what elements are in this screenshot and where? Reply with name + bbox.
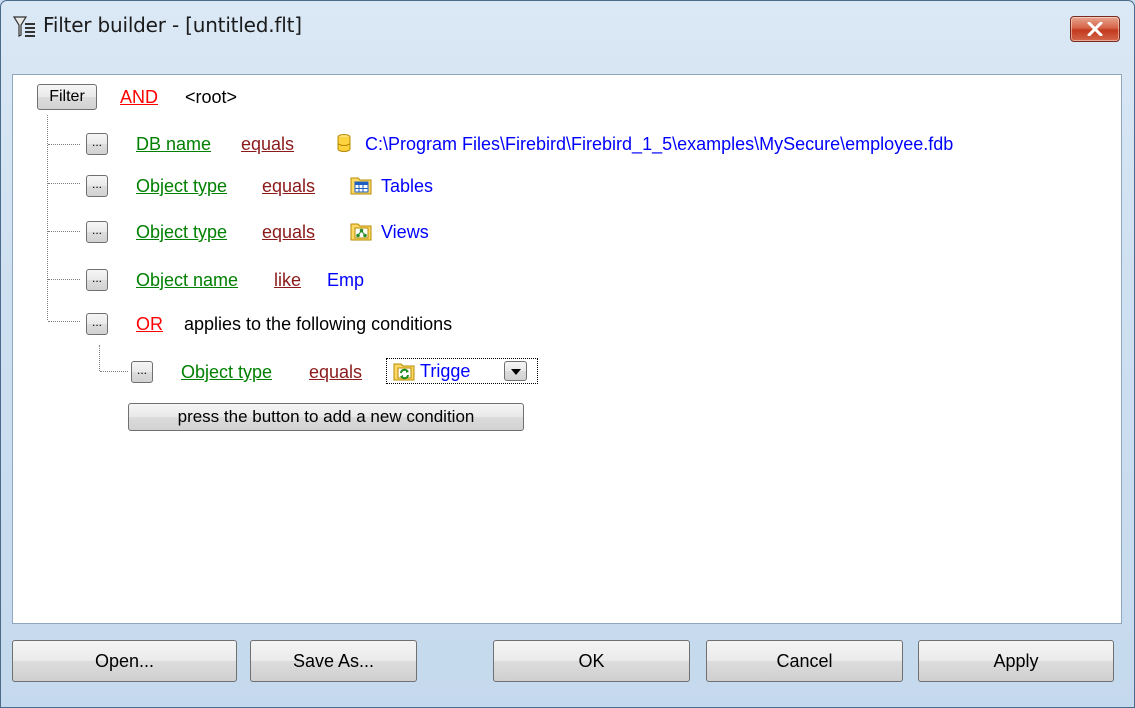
condition-operator[interactable]: equals [309,361,362,383]
title-bar: Filter builder - [untitled.flt] [1,1,1134,53]
ok-button[interactable]: OK [493,640,690,682]
value-dropdown[interactable]: Trigge [386,358,538,384]
ok-button-label: OK [578,651,605,671]
open-button[interactable]: Open... [12,640,237,682]
condition-field[interactable]: Object type [181,361,272,383]
dropdown-arrow-button[interactable] [504,361,527,381]
tree-connector [48,321,80,322]
views-icon [350,223,372,241]
condition-value[interactable]: Emp [327,269,364,291]
database-icon [337,134,351,152]
condition-field[interactable]: Object type [136,221,227,243]
chevron-down-icon [511,369,521,375]
condition-menu-button[interactable]: ... [86,133,108,155]
triggers-icon [393,363,415,381]
save-as-button-label: Save As... [292,651,375,671]
tree-connector [47,115,48,320]
dropdown-value: Trigge [420,360,471,382]
condition-field[interactable]: DB name [136,133,211,155]
condition-value[interactable]: Tables [381,175,433,197]
window-title: Filter builder - [untitled.flt] [43,13,302,37]
condition-field[interactable]: Object name [136,269,238,291]
condition-menu-button[interactable]: ... [86,175,108,197]
condition-value[interactable]: C:\Program Files\Firebird\Firebird_1_5\e… [365,133,953,155]
close-button[interactable] [1070,16,1120,42]
cancel-button-label: Cancel [776,651,833,671]
root-label: <root> [185,87,238,107]
tree-connector [48,183,80,184]
save-as-button[interactable]: Save As... [250,640,417,682]
group-operator-or[interactable]: OR [136,313,163,335]
group-menu-button[interactable]: ... [86,313,108,335]
filter-builder-window: Filter builder - [untitled.flt] Filter A… [0,0,1135,708]
open-button-label: Open... [94,651,155,671]
tree-connector [48,279,80,280]
close-icon [1087,22,1103,36]
condition-operator[interactable]: equals [262,175,315,197]
condition-menu-button[interactable]: ... [131,361,153,383]
cancel-button[interactable]: Cancel [706,640,903,682]
apply-button-label: Apply [993,651,1039,671]
tables-icon [350,177,372,195]
tree-connector [48,231,80,232]
condition-operator[interactable]: equals [241,133,294,155]
filter-icon [13,16,35,37]
condition-menu-button[interactable]: ... [86,221,108,243]
tree-connector [99,345,100,371]
condition-operator[interactable]: equals [262,221,315,243]
condition-menu-button[interactable]: ... [86,269,108,291]
tree-connector [100,371,128,372]
condition-value[interactable]: Views [381,221,429,243]
condition-field[interactable]: Object type [136,175,227,197]
filter-button[interactable]: Filter [37,84,97,110]
tree-connector [48,144,80,145]
condition-operator[interactable]: like [274,269,301,291]
root-operator-and[interactable]: AND [120,86,158,108]
apply-button[interactable]: Apply [918,640,1114,682]
group-label: applies to the following conditions [184,314,453,334]
add-condition-button[interactable]: press the button to add a new condition [128,403,524,431]
filter-tree-area[interactable]: Filter AND <root> ... DB name equals C:\… [12,74,1122,624]
